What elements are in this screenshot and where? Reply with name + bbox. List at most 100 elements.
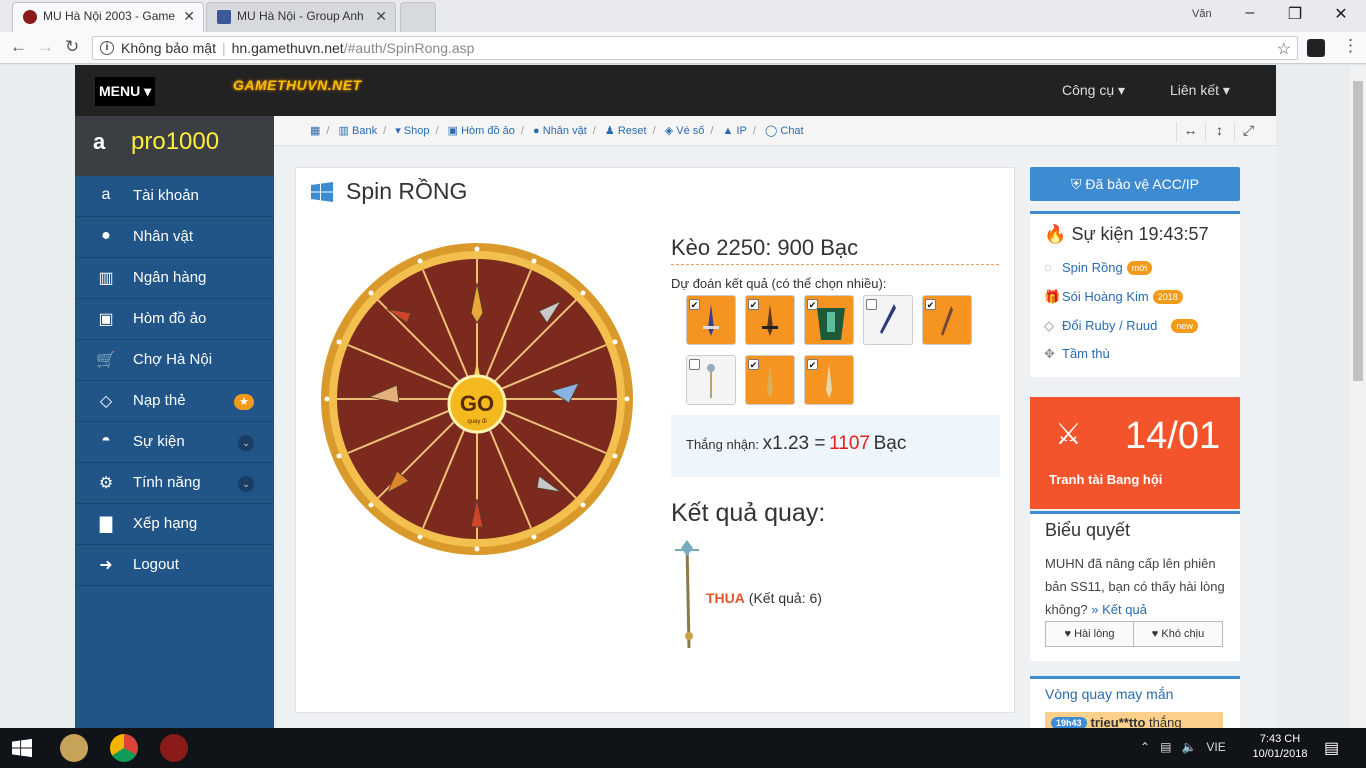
- username[interactable]: pro1000: [131, 128, 219, 155]
- breadcrumb-character[interactable]: ● Nhân vật: [533, 125, 587, 137]
- breadcrumb-ip[interactable]: ▲ IP: [723, 125, 747, 137]
- close-window-icon[interactable]: ✕: [1326, 4, 1356, 24]
- user-box: a pro1000: [75, 116, 274, 176]
- scrollbar[interactable]: [1350, 65, 1366, 728]
- url-bar[interactable]: i Không bảo mật | hn.gamethuvn.net/#auth/S…: [92, 36, 1298, 60]
- cogs-icon: ⚙: [98, 475, 114, 492]
- menu-button[interactable]: MENU ▾: [95, 77, 155, 106]
- url-path: /#auth/SpinRong.asp: [343, 40, 475, 56]
- url-host: hn.gamethuvn.net: [231, 40, 344, 56]
- windows-start-icon[interactable]: [12, 738, 32, 758]
- item-choice-8[interactable]: ✔: [804, 355, 854, 405]
- mu-game-icon[interactable]: [160, 734, 188, 762]
- chevron-up-icon[interactable]: ⌃: [1140, 740, 1150, 754]
- chevron-down-icon[interactable]: ⌄: [238, 476, 254, 492]
- expand-horizontal-icon[interactable]: ↔: [1176, 122, 1204, 142]
- links-dropdown[interactable]: Liên kết ▾: [1170, 82, 1230, 99]
- sidebar-item-bank[interactable]: ▥ Ngân hàng: [75, 258, 274, 299]
- browser-tab-mu[interactable]: MU Hà Nội 2003 - Game ✕: [12, 2, 204, 32]
- event-spin-rong[interactable]: ◌ Spin Rồng mới: [1044, 260, 1153, 275]
- clock-time: 7:43 CH: [1259, 733, 1301, 745]
- browser-profile-name[interactable]: Văn: [1192, 8, 1212, 20]
- sidebar-item-account[interactable]: a Tài khoản: [75, 176, 274, 217]
- poll-no-button[interactable]: ♥ Khó chịu: [1133, 621, 1223, 647]
- network-icon[interactable]: ▤: [1160, 740, 1171, 754]
- tools-dropdown[interactable]: Công cụ ▾: [1062, 82, 1125, 99]
- sidebar-item-label: Sự kiện: [133, 433, 185, 450]
- language-indicator[interactable]: VIE: [1206, 740, 1225, 754]
- sidebar-item-features[interactable]: ⚙ Tính năng ⌄: [75, 463, 274, 504]
- sidebar-item-ranking[interactable]: ▇ Xếp hạng: [75, 504, 274, 545]
- reload-icon[interactable]: ↻: [65, 37, 79, 57]
- go-label[interactable]: GO: [460, 391, 494, 416]
- site-logo[interactable]: GAMETHUVN.NET: [233, 77, 362, 93]
- event-label: Tầm thù: [1062, 346, 1110, 361]
- taskbar-clock[interactable]: 7:43 CH 10/01/2018: [1250, 732, 1310, 762]
- sidebar-item-character[interactable]: ● Nhân vật: [75, 217, 274, 258]
- breadcrumb-reset[interactable]: ♟ Reset: [605, 125, 647, 137]
- breadcrumb-label: Chat: [780, 125, 804, 137]
- breadcrumb-shop[interactable]: ▾ Shop: [395, 125, 429, 137]
- minimize-icon[interactable]: –: [1235, 4, 1265, 22]
- forward-arrow-icon[interactable]: →: [37, 37, 54, 57]
- sidebar-item-label: Tính năng: [133, 474, 201, 491]
- breadcrumb-chest[interactable]: ▣ Hòm đồ ảo: [448, 125, 515, 137]
- diamond-icon: ◇: [1044, 318, 1054, 333]
- system-tray: ⌃ ▤ 🔈 VIE: [1140, 740, 1226, 754]
- event-doi-ruby[interactable]: ◇ Đổi Ruby / Ruud new: [1044, 318, 1198, 334]
- close-icon[interactable]: ✕: [375, 8, 387, 25]
- breadcrumb-chat[interactable]: ◯ Chat: [765, 125, 804, 137]
- bookmark-star-icon[interactable]: ☆: [1277, 39, 1291, 59]
- lucky-title[interactable]: Vòng quay may mắn: [1045, 686, 1173, 702]
- poll-yes-button[interactable]: ♥ Hài lòng: [1045, 621, 1134, 647]
- event-tam-thu[interactable]: ✥ Tầm thù: [1044, 346, 1110, 362]
- breadcrumb-label: Hòm đồ ảo: [461, 125, 515, 137]
- fullscreen-icon[interactable]: ⤢: [1234, 122, 1262, 142]
- breadcrumb-lottery[interactable]: ◈ Vé số: [665, 125, 705, 137]
- scrollbar-thumb[interactable]: [1353, 81, 1363, 381]
- chrome-icon[interactable]: [110, 734, 138, 762]
- facebook-favicon-icon: [217, 10, 231, 24]
- sidebar: a pro1000 a Tài khoản ● Nhân vật ▥ Ngân hàng…: [75, 116, 274, 728]
- new-tab-button[interactable]: [400, 2, 436, 32]
- sidebar-item-virtual-chest[interactable]: ▣ Hòm đồ ảo: [75, 299, 274, 340]
- expand-vertical-icon[interactable]: ↕: [1205, 122, 1233, 142]
- item-choice-2[interactable]: ✔: [745, 295, 795, 345]
- maximize-icon[interactable]: ❐: [1280, 4, 1310, 24]
- breadcrumb-bank[interactable]: ▥ Bank: [339, 125, 378, 137]
- cart-icon: ▾: [395, 125, 401, 137]
- guild-tournament-card[interactable]: ⚔ 14/01 Tranh tài Bang hội: [1030, 397, 1240, 509]
- account-protected-button[interactable]: ⛨ Đã bảo vệ ACC/IP: [1030, 167, 1240, 201]
- item-choice-7[interactable]: ✔: [745, 355, 795, 405]
- sidebar-item-topup[interactable]: ◇ Nạp thẻ ★: [75, 381, 274, 422]
- item-choice-5[interactable]: ✔: [922, 295, 972, 345]
- armor-icon: [817, 308, 845, 340]
- event-soi-hoang-kim[interactable]: 🎁 Sói Hoàng Kim 2018: [1044, 289, 1183, 305]
- sidebar-item-market[interactable]: 🛒 Chợ Hà Nội: [75, 340, 274, 381]
- sidebar-item-logout[interactable]: ➜ Logout: [75, 545, 274, 586]
- spin-wheel[interactable]: GO quay đi: [319, 241, 635, 557]
- calendar-icon[interactable]: ▦: [310, 125, 320, 137]
- spin-panel: Spin RỒNG GO quay đi Kèo 2250: 900 Bạc D…: [295, 167, 1015, 713]
- item-choice-6[interactable]: [686, 355, 736, 405]
- volume-icon[interactable]: 🔈: [1181, 740, 1196, 754]
- notification-icon[interactable]: ▤: [1324, 738, 1339, 758]
- more-menu-icon[interactable]: ⋮: [1342, 36, 1359, 56]
- info-icon[interactable]: i: [100, 41, 114, 55]
- poll-results-link[interactable]: » Kết quả: [1091, 602, 1147, 617]
- item-choice-1[interactable]: ✔: [686, 295, 736, 345]
- item-choice-3[interactable]: ✔: [804, 295, 854, 345]
- chevron-down-icon[interactable]: ⌄: [238, 435, 254, 451]
- tournament-label: Tranh tài Bang hội: [1049, 472, 1163, 487]
- item-choice-4[interactable]: [863, 295, 913, 345]
- back-arrow-icon[interactable]: ←: [10, 37, 27, 57]
- sidebar-item-label: Ngân hàng: [133, 269, 207, 286]
- tournament-date: 14/01: [1125, 415, 1221, 457]
- extension-icon[interactable]: [1307, 39, 1325, 57]
- sidebar-item-events[interactable]: ◓ Sự kiện ⌄: [75, 422, 274, 463]
- browser-tab-facebook[interactable]: MU Hà Nội - Group Anh ✕: [206, 2, 396, 32]
- close-icon[interactable]: ✕: [183, 8, 195, 25]
- amazon-icon: a: [93, 129, 106, 154]
- paint-icon[interactable]: [60, 734, 88, 762]
- lucky-winner-row: 19h43 trieu**tto thắng: [1045, 712, 1223, 728]
